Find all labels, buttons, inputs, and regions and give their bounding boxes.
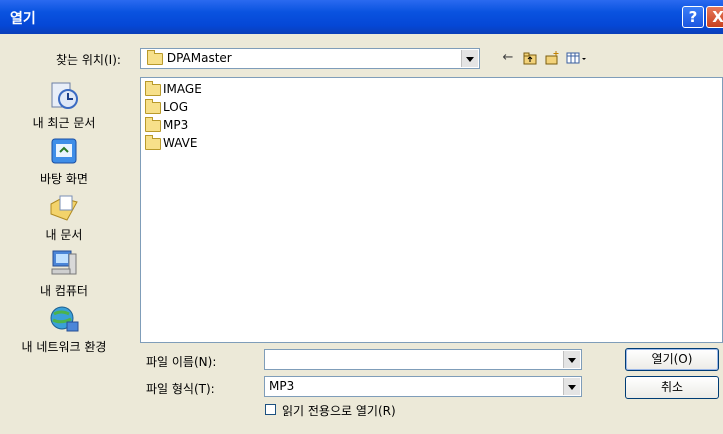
list-item[interactable]: MP3: [145, 116, 189, 132]
file-name: MP3: [163, 118, 189, 132]
up-folder-icon[interactable]: [522, 50, 538, 66]
places-bar: 내 최근 문서 바탕 화면 내 문서 내 컴퓨터 내 네트워크 환경: [0, 76, 128, 366]
help-button[interactable]: ?: [682, 6, 704, 28]
filetype-value: MP3: [269, 379, 295, 393]
chevron-down-icon[interactable]: [563, 351, 580, 368]
look-in-dropdown[interactable]: DPAMaster: [140, 48, 480, 69]
open-dialog: 열기 ? X 찾는 위치(I): DPAMaster ← 내 최근 문서 바탕 …: [0, 0, 723, 434]
list-item[interactable]: IMAGE: [145, 80, 202, 96]
look-in-value: DPAMaster: [166, 51, 232, 65]
list-item[interactable]: WAVE: [145, 134, 198, 150]
place-label: 내 네트워크 환경: [21, 340, 107, 354]
title-bar: 열기 ? X: [0, 0, 723, 34]
new-folder-icon[interactable]: [544, 50, 560, 66]
folder-icon: [147, 49, 163, 65]
place-desktop[interactable]: 바탕 화면: [0, 136, 128, 187]
close-button[interactable]: X: [706, 6, 723, 28]
place-label: 내 최근 문서: [32, 116, 96, 130]
filetype-select[interactable]: MP3: [264, 376, 582, 397]
file-name: WAVE: [163, 136, 198, 150]
readonly-checkbox[interactable]: [265, 404, 276, 415]
back-arrow-icon[interactable]: ←: [500, 50, 516, 66]
file-list[interactable]: IMAGE LOG MP3 WAVE: [140, 77, 723, 343]
view-menu-icon[interactable]: [566, 50, 588, 66]
desktop-icon: [47, 136, 81, 168]
filetype-label: 파일 형식(T):: [146, 382, 215, 396]
filename-label: 파일 이름(N):: [146, 355, 217, 369]
place-network[interactable]: 내 네트워크 환경: [0, 304, 128, 355]
place-label: 바탕 화면: [40, 172, 88, 186]
recent-documents-icon: [47, 80, 81, 112]
network-icon: [47, 304, 81, 336]
place-label: 내 문서: [45, 228, 83, 242]
list-item[interactable]: LOG: [145, 98, 189, 114]
place-label: 내 컴퓨터: [40, 284, 88, 298]
readonly-label: 읽기 전용으로 열기(R): [282, 404, 396, 418]
folder-icon: [145, 134, 161, 150]
my-computer-icon: [47, 248, 81, 280]
folder-icon: [145, 98, 161, 114]
place-my-documents[interactable]: 내 문서: [0, 192, 128, 243]
file-name: LOG: [163, 100, 189, 114]
chevron-down-icon[interactable]: [461, 50, 478, 67]
folder-icon: [145, 80, 161, 96]
my-documents-icon: [47, 192, 81, 224]
filename-input[interactable]: [264, 349, 582, 370]
toolbar: ←: [500, 50, 588, 66]
place-my-computer[interactable]: 내 컴퓨터: [0, 248, 128, 299]
place-recent-documents[interactable]: 내 최근 문서: [0, 80, 128, 131]
chevron-down-icon[interactable]: [563, 378, 580, 395]
cancel-button[interactable]: 취소: [625, 376, 719, 399]
file-name: IMAGE: [163, 82, 202, 96]
dialog-title: 열기: [10, 11, 36, 27]
folder-icon: [145, 116, 161, 132]
open-button[interactable]: 열기(O): [625, 348, 719, 371]
look-in-label: 찾는 위치(I):: [56, 53, 121, 67]
